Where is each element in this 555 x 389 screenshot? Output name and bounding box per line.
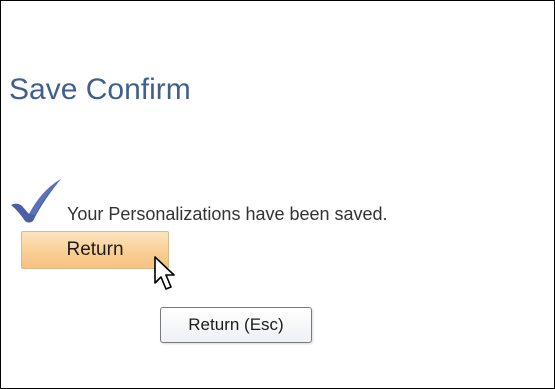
mouse-cursor-icon <box>154 256 175 290</box>
return-tooltip: Return (Esc) <box>160 307 312 343</box>
return-button[interactable]: Return <box>21 231 169 269</box>
status-message: Your Personalizations have been saved. <box>67 204 388 224</box>
save-confirm-panel: Save Confirm Your Personalizations have … <box>0 0 555 389</box>
page-title: Save Confirm <box>9 73 191 106</box>
checkmark-icon <box>11 179 61 223</box>
